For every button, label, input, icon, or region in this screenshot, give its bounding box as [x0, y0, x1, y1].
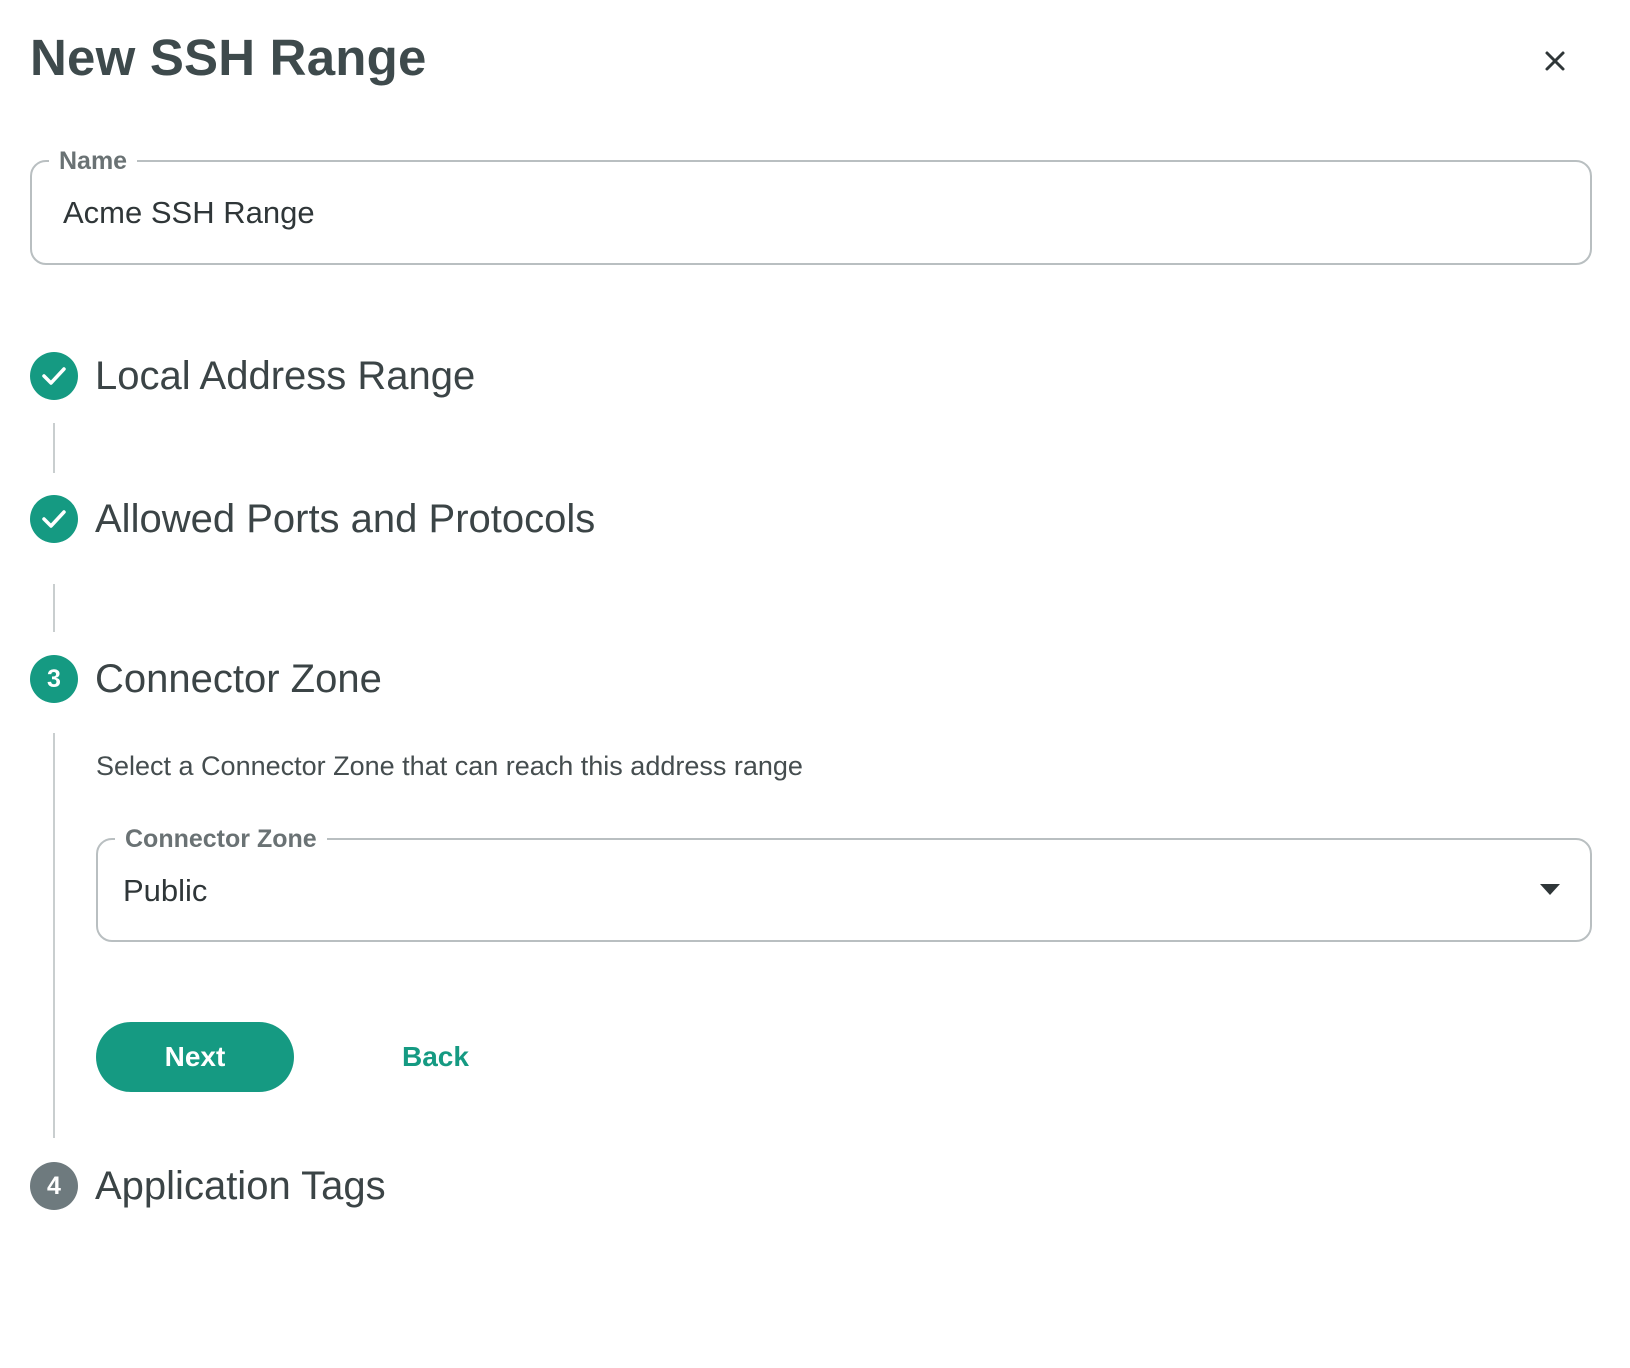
close-icon [1538, 44, 1572, 78]
back-button[interactable]: Back [402, 1022, 469, 1092]
check-icon [42, 367, 66, 385]
step-3-number-icon: 3 [30, 655, 78, 703]
next-button[interactable]: Next [96, 1022, 294, 1092]
step-connector-3 [53, 733, 55, 1138]
step-connector-2 [53, 584, 55, 632]
name-field-label: Name [49, 145, 138, 177]
close-button[interactable] [1538, 44, 1572, 78]
step-4-number-icon: 4 [30, 1162, 78, 1210]
name-field[interactable]: Name Acme SSH Range [30, 145, 1592, 265]
name-input[interactable]: Acme SSH Range [63, 193, 315, 233]
connector-zone-selected-value: Public [123, 873, 208, 908]
step-3-label: Connector Zone [95, 657, 382, 701]
step-2-label[interactable]: Allowed Ports and Protocols [95, 494, 595, 544]
check-icon [42, 510, 66, 528]
step-2-complete-icon [30, 495, 78, 543]
connector-zone-select[interactable]: Connector Zone Public [96, 823, 1592, 942]
dialog-title: New SSH Range [30, 29, 427, 86]
chevron-down-icon[interactable] [1540, 884, 1560, 895]
connector-zone-description: Select a Connector Zone that can reach t… [96, 751, 803, 781]
step-4-label: Application Tags [95, 1164, 386, 1208]
step-1-label[interactable]: Local Address Range [95, 351, 475, 401]
step-connector-1 [53, 423, 55, 473]
connector-zone-field-label: Connector Zone [115, 823, 327, 855]
step-1-complete-icon [30, 352, 78, 400]
